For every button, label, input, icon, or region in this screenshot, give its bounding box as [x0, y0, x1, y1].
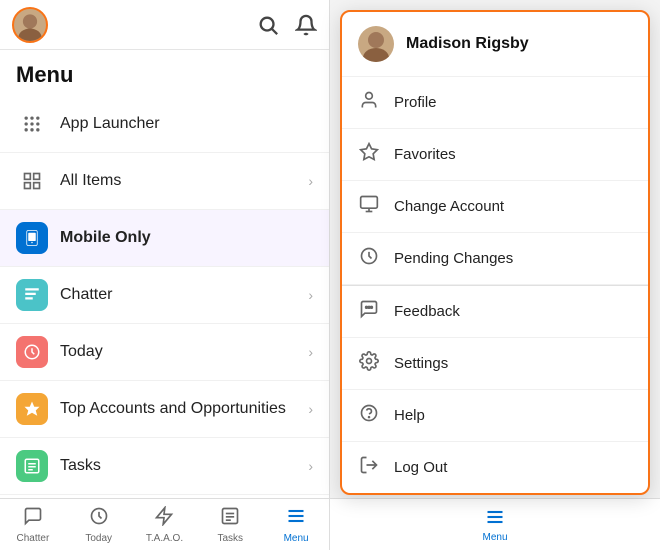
all-items-label: All Items: [60, 172, 308, 190]
app-launcher-icon: [16, 108, 48, 140]
all-items-icon: [16, 165, 48, 197]
menu-item-tasks[interactable]: Tasks ›: [0, 438, 329, 495]
right-panel: Madison Rigsby Profile Favorites: [330, 0, 660, 550]
feedback-icon: [358, 299, 380, 324]
favorites-icon: [358, 142, 380, 167]
dropdown-item-logout[interactable]: Log Out: [342, 442, 648, 493]
tasks-label: Tasks: [60, 457, 308, 475]
logout-icon: [358, 455, 380, 480]
logout-label: Log Out: [394, 459, 447, 476]
right-menu-nav-label: Menu: [482, 532, 507, 543]
all-items-chevron: ›: [308, 173, 313, 189]
today-nav-label: Today: [85, 533, 112, 544]
menu-list: App Launcher All Items › Mobile O: [0, 96, 329, 498]
pending-changes-icon: [358, 246, 380, 271]
tasks-nav-icon: [220, 506, 240, 531]
menu-item-all-items[interactable]: All Items ›: [0, 153, 329, 210]
bottom-nav-tasks[interactable]: Tasks: [197, 499, 263, 550]
bottom-nav-chatter[interactable]: Chatter: [0, 499, 66, 550]
right-bottom-nav-menu[interactable]: Menu: [330, 499, 660, 550]
app-launcher-label: App Launcher: [60, 115, 313, 133]
favorites-label: Favorites: [394, 146, 456, 163]
menu-item-top-accounts[interactable]: Top Accounts and Opportunities ›: [0, 381, 329, 438]
right-menu-nav-icon: [485, 507, 505, 530]
mobile-only-label: Mobile Only: [60, 229, 313, 247]
dropdown-avatar: [358, 26, 394, 62]
profile-dropdown: Madison Rigsby Profile Favorites: [340, 10, 650, 495]
dropdown-item-profile[interactable]: Profile: [342, 77, 648, 129]
today-nav-icon: [89, 506, 109, 531]
today-label: Today: [60, 343, 308, 361]
mobile-only-icon: [16, 222, 48, 254]
pending-changes-label: Pending Changes: [394, 250, 513, 267]
taao-nav-label: T.A.A.O.: [146, 533, 183, 544]
top-accounts-icon: [16, 393, 48, 425]
dropdown-item-change-account[interactable]: Change Account: [342, 181, 648, 233]
dropdown-header: Madison Rigsby: [342, 12, 648, 77]
chatter-icon: [16, 279, 48, 311]
settings-label: Settings: [394, 355, 448, 372]
chatter-nav-label: Chatter: [17, 533, 50, 544]
dropdown-user-name: Madison Rigsby: [406, 35, 529, 53]
dropdown-item-favorites[interactable]: Favorites: [342, 129, 648, 181]
search-button[interactable]: [257, 14, 279, 36]
right-bottom-nav: Menu: [330, 498, 660, 550]
dropdown-item-help[interactable]: Help: [342, 390, 648, 442]
help-icon: [358, 403, 380, 428]
bottom-nav: Chatter Today T.A.A.O.: [0, 498, 329, 550]
menu-item-today[interactable]: Today ›: [0, 324, 329, 381]
tasks-icon: [16, 450, 48, 482]
bottom-nav-menu[interactable]: Menu: [263, 499, 329, 550]
left-panel: Menu App Launcher All Items ›: [0, 0, 330, 550]
profile-label: Profile: [394, 94, 437, 111]
change-account-icon: [358, 194, 380, 219]
today-chevron: ›: [308, 344, 313, 360]
dropdown-item-feedback[interactable]: Feedback: [342, 286, 648, 338]
bottom-nav-taao[interactable]: T.A.A.O.: [132, 499, 198, 550]
header-icons: [257, 14, 317, 36]
left-header: [0, 0, 329, 50]
dropdown-item-settings[interactable]: Settings: [342, 338, 648, 390]
menu-item-chatter[interactable]: Chatter ›: [0, 267, 329, 324]
dropdown-item-pending-changes[interactable]: Pending Changes: [342, 233, 648, 285]
tasks-nav-label: Tasks: [218, 533, 244, 544]
menu-item-mobile-only[interactable]: Mobile Only: [0, 210, 329, 267]
notifications-button[interactable]: [295, 14, 317, 36]
menu-nav-label: Menu: [284, 533, 309, 544]
menu-title: Menu: [0, 50, 329, 96]
profile-icon: [358, 90, 380, 115]
taao-nav-icon: [154, 506, 174, 531]
avatar[interactable]: [12, 7, 48, 43]
feedback-label: Feedback: [394, 303, 460, 320]
menu-item-app-launcher[interactable]: App Launcher: [0, 96, 329, 153]
top-accounts-label: Top Accounts and Opportunities: [60, 400, 308, 418]
help-label: Help: [394, 407, 425, 424]
chatter-chevron: ›: [308, 287, 313, 303]
menu-item-dashboards[interactable]: Dashboards ›: [0, 495, 329, 498]
bottom-nav-today[interactable]: Today: [66, 499, 132, 550]
chatter-label: Chatter: [60, 286, 308, 304]
settings-icon: [358, 351, 380, 376]
change-account-label: Change Account: [394, 198, 504, 215]
tasks-chevron: ›: [308, 458, 313, 474]
today-icon: [16, 336, 48, 368]
menu-nav-icon: [286, 506, 306, 531]
top-accounts-chevron: ›: [308, 401, 313, 417]
chatter-nav-icon: [23, 506, 43, 531]
